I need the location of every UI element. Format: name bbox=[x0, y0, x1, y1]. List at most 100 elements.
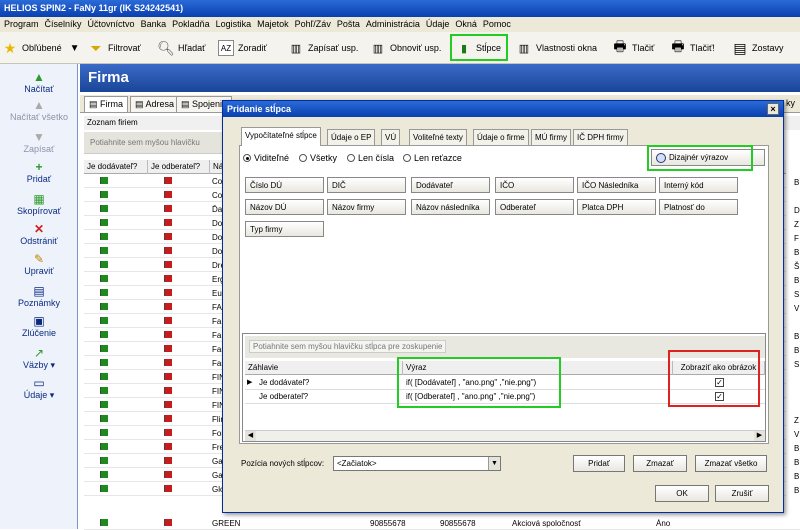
dtab-computed[interactable]: Vypočítateľné stĺpce bbox=[241, 127, 321, 146]
field-button[interactable]: Platnosť do bbox=[659, 199, 738, 215]
flag-icon bbox=[100, 317, 108, 324]
radio-visible[interactable]: Viditeľné bbox=[243, 153, 289, 163]
window-title: HELIOS SPIN2 - FaNy 11gr (IK S24242541) bbox=[0, 0, 800, 17]
dtab-texts[interactable]: Voliteľné texty bbox=[409, 129, 467, 145]
menu-item[interactable]: Program bbox=[4, 19, 39, 29]
flag-icon bbox=[164, 401, 172, 408]
radio-numbers[interactable]: Len čísla bbox=[347, 153, 394, 163]
field-button[interactable]: IČO Následníka bbox=[577, 177, 656, 193]
close-icon[interactable]: × bbox=[767, 103, 779, 115]
table-row[interactable]: GREEN 90855678 90855678 Akciová spoločnosť Á… bbox=[84, 518, 800, 530]
chevron-down-icon[interactable]: ▼ bbox=[488, 457, 500, 470]
sidebar-save[interactable]: ▼ Zapísať bbox=[0, 130, 78, 154]
ok-button[interactable]: OK bbox=[655, 485, 709, 502]
menu-item[interactable]: Číselníky bbox=[45, 19, 82, 29]
dropdown-arrow-icon[interactable]: ▼ bbox=[70, 43, 80, 54]
tab-icon: ▤ bbox=[89, 99, 101, 109]
designer-highlight bbox=[647, 145, 753, 171]
dtab-mu[interactable]: MÚ firmy bbox=[531, 129, 571, 145]
scroll-right-icon[interactable]: ▶ bbox=[754, 431, 765, 441]
tab-firma[interactable]: ▤ Firma bbox=[84, 96, 129, 112]
menu-item[interactable]: Banka bbox=[141, 19, 167, 29]
refresh-button[interactable]: ▥ Obnoviť usp. bbox=[370, 36, 442, 60]
add-button[interactable]: Pridať bbox=[573, 455, 625, 472]
flag-icon bbox=[100, 289, 108, 296]
sidebar-notes[interactable]: ▤ Poznámky bbox=[0, 284, 78, 308]
menu-item[interactable]: Logistika bbox=[216, 19, 252, 29]
dtab-firm[interactable]: Údaje o firme bbox=[473, 129, 529, 145]
favorites-button[interactable]: ★ Obľúbené ▼ bbox=[2, 36, 80, 60]
tab-partial[interactable]: ky bbox=[782, 96, 799, 112]
sort-button[interactable]: AZ Zoradiť bbox=[218, 36, 267, 60]
print-direct-button[interactable]: 🖶︎ Tlačiť! bbox=[670, 36, 715, 60]
menu-item[interactable]: Administrácia bbox=[366, 19, 420, 29]
group-by-bar[interactable]: Potiahnite sem myšou hlavičku bbox=[84, 132, 234, 154]
flag-icon bbox=[100, 331, 108, 338]
window-props-icon: ▥ bbox=[518, 42, 530, 55]
flag-icon bbox=[164, 485, 172, 492]
col-supplier[interactable]: Je dodávateľ? bbox=[84, 160, 148, 174]
menu-item[interactable]: Pokladňa bbox=[172, 19, 210, 29]
field-button[interactable]: Názov firmy bbox=[327, 199, 406, 215]
flag-icon bbox=[100, 303, 108, 310]
remove-all-button[interactable]: Zmazať všetko bbox=[695, 455, 767, 472]
search-button[interactable]: 🔍︎ Hľadať bbox=[157, 36, 205, 60]
field-button[interactable]: Dodávateľ bbox=[411, 177, 490, 193]
gcol-header[interactable]: Záhlavie bbox=[245, 361, 403, 375]
flag-icon bbox=[100, 485, 108, 492]
flag-icon bbox=[100, 429, 108, 436]
sidebar-merge[interactable]: ▣ Zlúčenie bbox=[0, 314, 78, 338]
flag-icon bbox=[164, 261, 172, 268]
menu-item[interactable]: Účtovníctvo bbox=[88, 19, 135, 29]
menu-item[interactable]: Majetok bbox=[257, 19, 289, 29]
menu-item[interactable]: Okná bbox=[455, 19, 477, 29]
menu-item[interactable]: Pošta bbox=[337, 19, 360, 29]
menu-item[interactable]: Pohľ/Záv bbox=[295, 19, 331, 29]
radio-dot bbox=[299, 154, 307, 162]
field-button[interactable]: Platca DPH bbox=[577, 199, 656, 215]
sidebar-links[interactable]: ↗ Väzby ▾ bbox=[0, 346, 78, 371]
dtab-ep[interactable]: Údaje o EP bbox=[327, 129, 376, 145]
right-cell: B bbox=[794, 332, 800, 341]
radio-all[interactable]: Všetky bbox=[299, 153, 337, 163]
field-button[interactable]: Číslo DÚ bbox=[245, 177, 324, 193]
window-props-button[interactable]: ▥ Vlastnosti okna bbox=[516, 36, 597, 60]
right-cell: Z bbox=[794, 220, 799, 229]
sort-icon: AZ bbox=[218, 40, 234, 56]
sidebar-delete[interactable]: ✕ Odstrániť bbox=[0, 222, 78, 246]
field-button[interactable]: Odberateľ bbox=[495, 199, 574, 215]
dtab-icdph[interactable]: IČ DPH firmy bbox=[573, 129, 628, 145]
field-button[interactable]: Názov DÚ bbox=[245, 199, 324, 215]
sidebar-add[interactable]: + Pridať bbox=[0, 160, 78, 184]
menu-item[interactable]: Pomoc bbox=[483, 19, 511, 29]
sidebar-data[interactable]: ▭ Údaje ▾ bbox=[0, 376, 78, 401]
field-button[interactable]: Interný kód bbox=[659, 177, 738, 193]
reports-button[interactable]: ▤ Zostavy bbox=[732, 36, 783, 60]
sidebar-load[interactable]: ▲ Načítať bbox=[0, 70, 78, 94]
field-button[interactable]: IČO bbox=[495, 177, 574, 193]
radio-strings[interactable]: Len reťazce bbox=[403, 153, 462, 163]
sidebar-load-all[interactable]: ▲ Načítať všetko bbox=[0, 98, 78, 122]
flag-icon bbox=[164, 177, 172, 184]
print-button[interactable]: 🖶︎ Tlačiť bbox=[612, 36, 654, 60]
col-customer[interactable]: Je odberateľ? bbox=[148, 160, 210, 174]
sidebar-copy[interactable]: ▦ Skopírovať bbox=[0, 192, 78, 216]
tab-adresa[interactable]: ▤ Adresa bbox=[130, 96, 180, 112]
cancel-button[interactable]: Zrušiť bbox=[715, 485, 769, 502]
field-button[interactable]: DIČ bbox=[327, 177, 406, 193]
flag-icon bbox=[164, 275, 172, 282]
row-pointer-icon: ▶ bbox=[247, 379, 253, 386]
menu-item[interactable]: Údaje bbox=[426, 19, 450, 29]
filter-button[interactable]: ⏷ Filtrovať bbox=[88, 36, 141, 60]
grid-scrollbar[interactable]: ◀ ▶ bbox=[245, 430, 765, 441]
scroll-left-icon[interactable]: ◀ bbox=[245, 431, 256, 441]
sidebar-edit[interactable]: ✎ Upraviť bbox=[0, 252, 78, 276]
write-button[interactable]: ▥ Zapísať usp. bbox=[288, 36, 359, 60]
field-button[interactable]: Typ firmy bbox=[245, 221, 324, 237]
flag-icon bbox=[100, 247, 108, 254]
flag-icon bbox=[100, 233, 108, 240]
dtab-vu[interactable]: VÚ bbox=[381, 129, 401, 145]
remove-button[interactable]: Zmazať bbox=[633, 455, 687, 472]
position-select[interactable]: <Začiatok> ▼ bbox=[333, 456, 501, 471]
field-button[interactable]: Názov následníka bbox=[411, 199, 490, 215]
